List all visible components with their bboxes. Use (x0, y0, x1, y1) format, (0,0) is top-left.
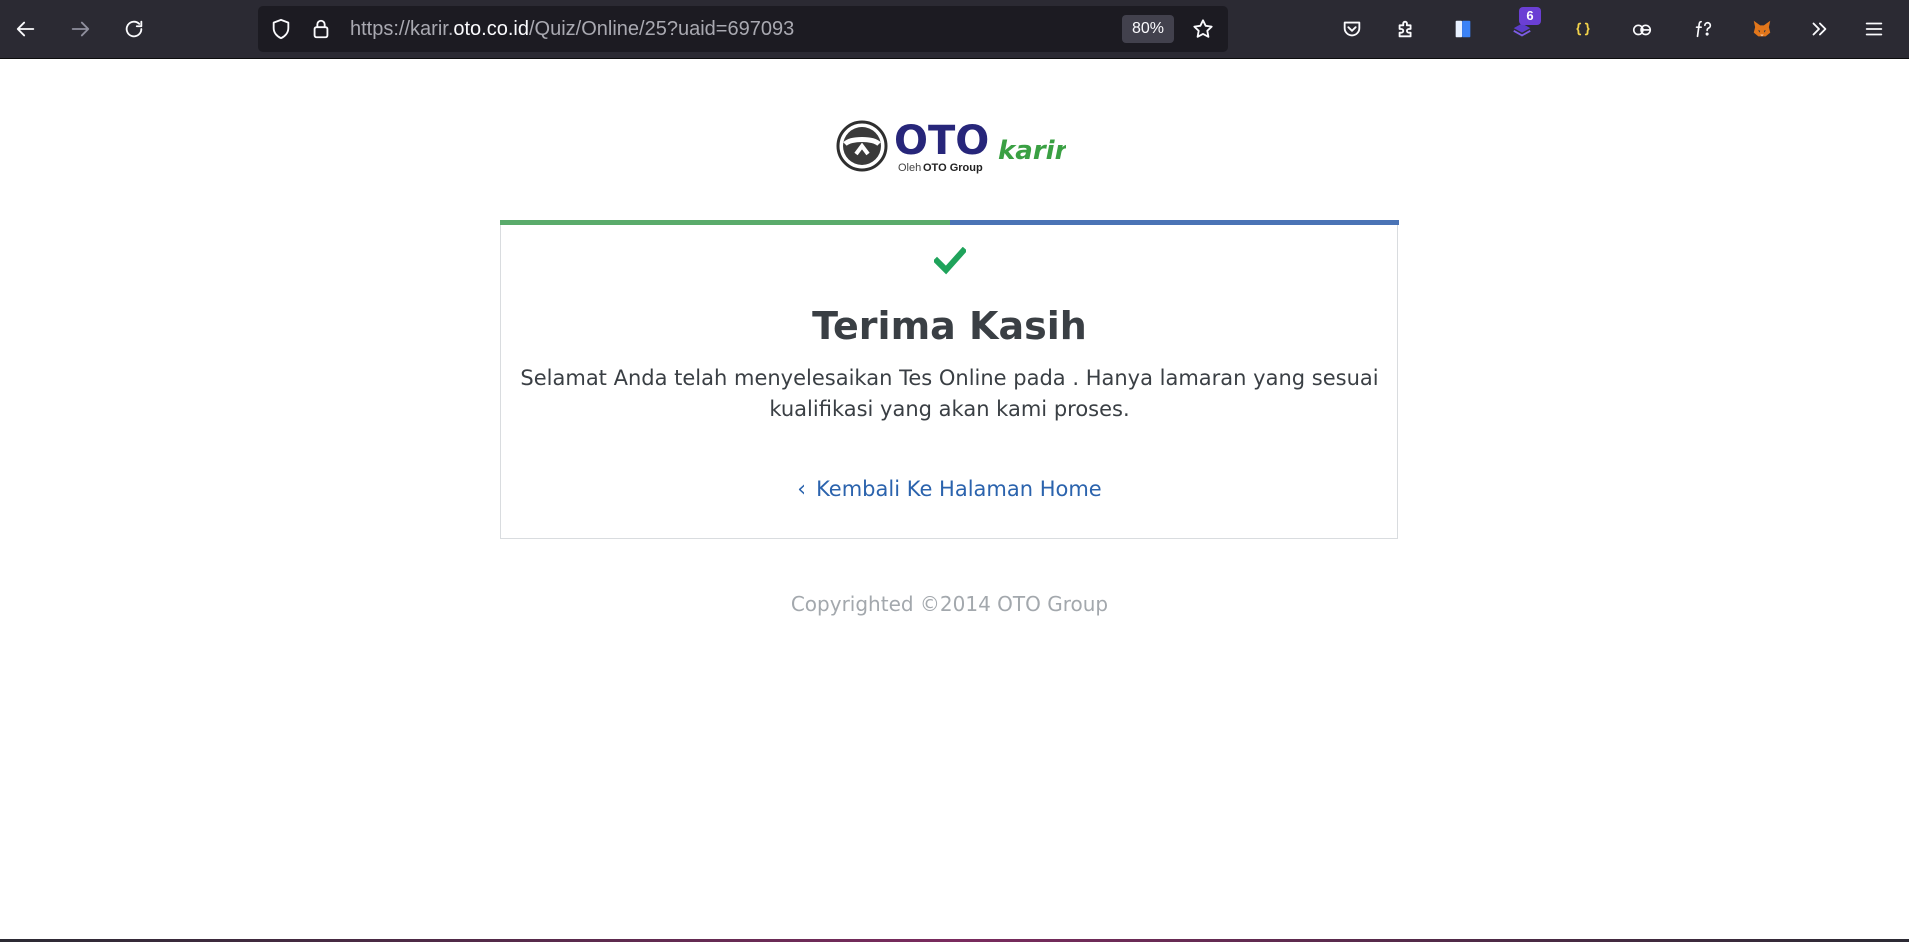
bookmark-star-icon[interactable] (1192, 18, 1214, 40)
ae-ligature-icon (1632, 24, 1652, 36)
puzzle-icon (1398, 20, 1412, 38)
logo-product: karir (998, 136, 1066, 166)
zoom-level-button[interactable]: 80% (1122, 15, 1174, 43)
font-question-icon (1695, 20, 1712, 38)
json-viewer-button[interactable] (1563, 9, 1603, 49)
app-menu-button[interactable] (1854, 9, 1894, 49)
double-chevron-right-icon (1812, 22, 1827, 36)
url-host: oto.co.id (453, 18, 529, 40)
back-button[interactable] (6, 9, 46, 49)
stripe-green (500, 220, 950, 225)
chevron-left-icon: ‹ (797, 477, 807, 502)
extension-book-button[interactable] (1443, 9, 1483, 49)
overflow-menu-button[interactable] (1799, 9, 1839, 49)
braces-icon (1576, 22, 1590, 36)
arrow-right-icon (71, 21, 90, 37)
steering-wheel-icon (836, 120, 888, 172)
url-prefix: https://karir. (350, 18, 454, 40)
card-top-stripe (500, 220, 1399, 225)
address-bar[interactable]: https://karir.oto.co.id/Quiz/Online/25?u… (258, 6, 1228, 52)
hamburger-icon (1865, 22, 1883, 36)
reload-icon (125, 20, 143, 38)
reload-button[interactable] (114, 9, 154, 49)
extensions-button[interactable] (1386, 9, 1426, 49)
metamask-button[interactable] (1742, 9, 1782, 49)
arrow-left-icon (16, 21, 35, 37)
fox-icon (1753, 20, 1771, 37)
logo-tagline-prefix: Oleh (898, 162, 921, 174)
logo-brand: OTO (894, 118, 989, 164)
book-icon (1455, 20, 1471, 38)
logo-tagline-brand: OTO Group (923, 162, 983, 174)
lock-icon[interactable] (310, 18, 332, 40)
url-path: /Quiz/Online/25?uaid=697093 (528, 18, 795, 40)
footer-copyright: Copyrighted ©2014 OTO Group (790, 592, 1109, 616)
page-title: Terima Kasih (812, 304, 1087, 348)
forward-button[interactable] (60, 9, 100, 49)
pocket-icon (1343, 21, 1361, 37)
back-home-label: Kembali Ke Halaman Home (816, 477, 1102, 501)
back-home-link[interactable]: ‹ Kembali Ke Halaman Home (500, 477, 1399, 502)
pocket-button[interactable] (1332, 9, 1372, 49)
ligature-button[interactable] (1622, 9, 1662, 49)
completion-message: Selamat Anda telah menyelesaikan Tes Onl… (520, 366, 1379, 421)
stripe-blue (949, 220, 1399, 225)
font-finder-button[interactable] (1683, 9, 1723, 49)
shield-icon[interactable] (270, 18, 292, 40)
browser-toolbar: https://karir.oto.co.id/Quiz/Online/25?u… (0, 0, 1909, 59)
check-icon (934, 247, 966, 275)
url-text[interactable]: https://karir.oto.co.id/Quiz/Online/25?u… (350, 6, 794, 52)
extension-badge: 6 (1519, 7, 1541, 25)
oto-karir-logo[interactable]: OTO karir Oleh OTO Group (836, 114, 1066, 176)
